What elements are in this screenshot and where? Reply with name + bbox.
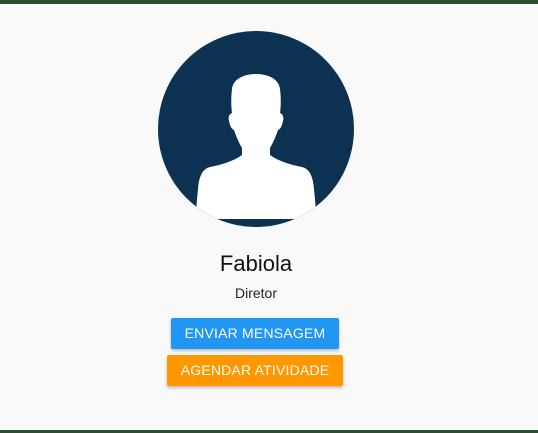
- profile-role: Diretor: [234, 285, 277, 301]
- send-message-button[interactable]: ENVIAR MENSAGEM: [171, 318, 339, 349]
- schedule-activity-button[interactable]: AGENDAR ATIVIDADE: [167, 355, 343, 386]
- profile-card: Fabiola Diretor ENVIAR MENSAGEM AGENDAR …: [0, 0, 538, 433]
- user-silhouette-icon: [158, 31, 354, 227]
- profile-name: Fabiola: [219, 251, 293, 276]
